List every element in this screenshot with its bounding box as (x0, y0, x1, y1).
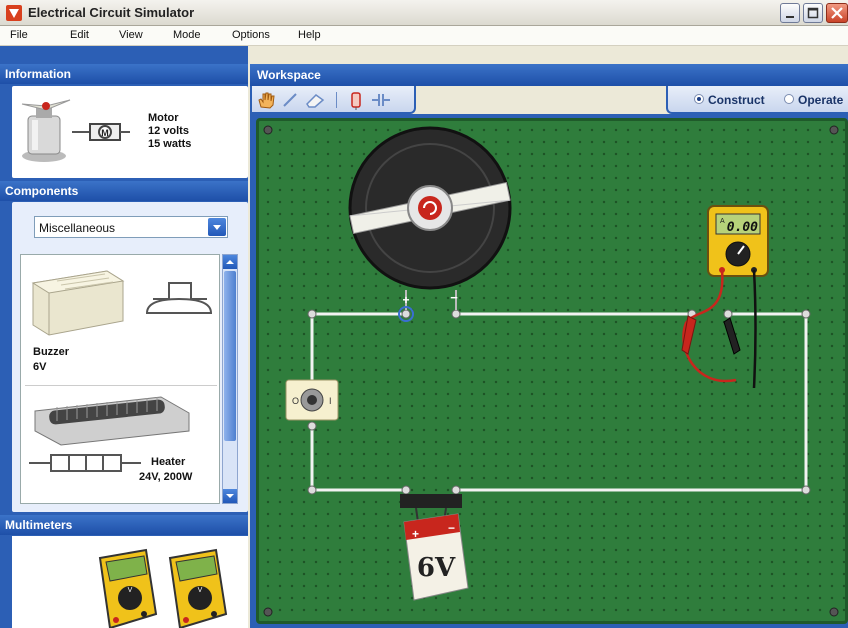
construct-label[interactable]: Construct (708, 93, 765, 107)
multimeter-item-1[interactable]: V (92, 544, 162, 628)
mode-bar: Construct Operate (666, 86, 848, 114)
workspace-header: Workspace (250, 64, 848, 86)
capacitor-icon[interactable] (370, 90, 392, 110)
resistor-icon[interactable] (346, 90, 366, 110)
component-item-buzzer[interactable]: Buzzer 6V (21, 255, 219, 385)
menu-bar: File Edit View Mode Options Help (0, 26, 848, 46)
maximize-icon (807, 7, 819, 19)
component-list: Buzzer 6V Heater 24V, 200W (20, 254, 220, 504)
battery-voltage-label: 6V (417, 553, 456, 583)
svg-text:V: V (198, 587, 203, 594)
buzzer-picture (31, 270, 213, 336)
operate-radio[interactable] (784, 94, 794, 104)
menu-file[interactable]: File (10, 29, 28, 41)
menu-mode[interactable]: Mode (173, 29, 201, 41)
info-component-power: 15 watts (148, 138, 192, 150)
component-heater-name: Heater (151, 456, 186, 468)
motor-minus-label: − (450, 290, 458, 305)
workspace-multimeter[interactable]: A 0.00 (681, 205, 769, 389)
tool-bar (250, 86, 416, 114)
menu-help[interactable]: Help (298, 29, 321, 41)
multimeter-item-2[interactable]: V (162, 544, 232, 628)
black-probe (723, 317, 741, 355)
info-component-name: Motor (148, 112, 179, 124)
information-header: Information (0, 64, 248, 84)
component-buzzer-name: Buzzer (33, 346, 70, 358)
close-icon (831, 7, 843, 19)
wire-icon[interactable] (280, 90, 300, 110)
menu-edit[interactable]: Edit (70, 29, 89, 41)
chevron-down-icon[interactable] (208, 218, 226, 236)
close-button[interactable] (826, 3, 848, 23)
window-title: Electrical Circuit Simulator (28, 5, 195, 20)
minimize-icon (786, 16, 794, 18)
switch-on-label: I (329, 396, 332, 406)
operate-label[interactable]: Operate (798, 93, 843, 107)
circuit-canvas: + − O I + − 6V A 0.00 (263, 125, 839, 617)
meter-reading: 0.00 (727, 220, 758, 235)
toggle-switch[interactable]: O I (285, 379, 339, 421)
toolbar-separator (336, 92, 337, 108)
motor-fan[interactable]: + − (348, 126, 512, 322)
chevron-down-icon (226, 494, 234, 498)
scroll-up-button[interactable] (223, 255, 237, 269)
construct-radio[interactable] (694, 94, 704, 104)
motor-symbol-letter: M (101, 128, 109, 138)
battery-6v[interactable]: + − 6V (400, 494, 469, 601)
information-panel: M Motor 12 volts 15 watts (12, 86, 248, 178)
components-header: Components (0, 181, 248, 201)
minimize-button[interactable] (780, 3, 800, 23)
scroll-down-button[interactable] (223, 489, 237, 503)
motor-plus-label: + (402, 293, 409, 307)
category-dropdown-value: Miscellaneous (39, 221, 116, 235)
multimeters-header: Multimeters (0, 515, 248, 535)
info-component-voltage: 12 volts (148, 125, 189, 137)
switch-off-label: O (292, 396, 299, 406)
category-dropdown[interactable]: Miscellaneous (34, 216, 228, 238)
wire-segment (456, 312, 808, 492)
title-bar: Electrical Circuit Simulator (0, 0, 848, 26)
motor-picture: M (21, 99, 130, 162)
app-window: Electrical Circuit Simulator File Edit V… (0, 0, 848, 628)
eraser-icon[interactable] (304, 90, 326, 110)
battery-minus-label: − (448, 521, 455, 535)
list-divider (25, 385, 217, 386)
component-list-scrollbar[interactable] (222, 254, 238, 504)
component-buzzer-spec: 6V (33, 361, 47, 373)
chevron-up-icon (226, 260, 234, 264)
multimeters-panel: V V (12, 536, 248, 628)
component-item-heater[interactable]: Heater 24V, 200W (21, 387, 219, 503)
battery-plus-label: + (412, 527, 419, 541)
scroll-thumb[interactable] (224, 271, 236, 441)
svg-text:V: V (128, 587, 133, 594)
menu-options[interactable]: Options (232, 29, 270, 41)
app-icon (6, 5, 22, 21)
hand-icon[interactable] (256, 90, 276, 110)
meter-unit: A (720, 218, 725, 225)
component-heater-spec: 24V, 200W (139, 471, 193, 483)
maximize-button[interactable] (803, 3, 823, 23)
menu-view[interactable]: View (119, 29, 143, 41)
wire-segment (310, 426, 406, 492)
